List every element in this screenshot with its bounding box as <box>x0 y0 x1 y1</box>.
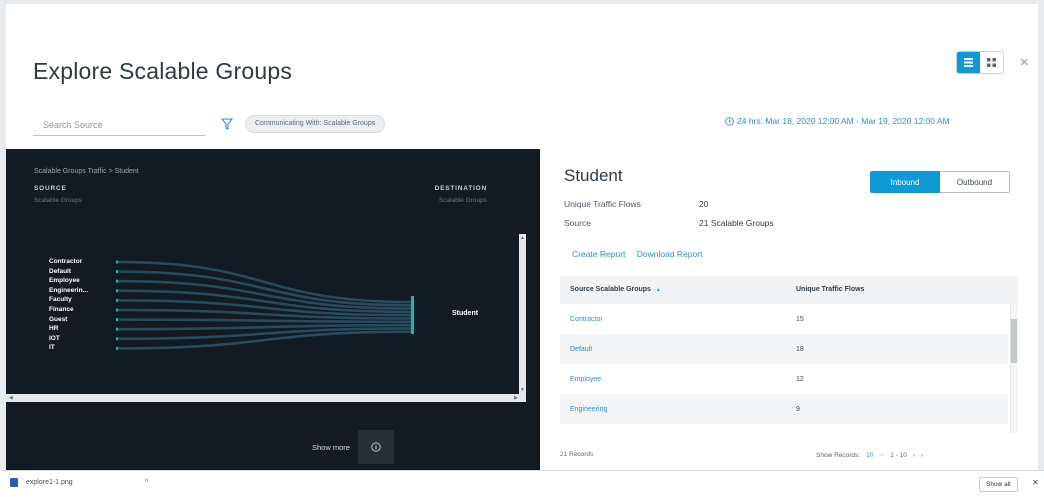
source-node-label[interactable]: IOT <box>49 334 88 344</box>
grid-view-icon <box>987 58 996 67</box>
table-header: Source Scalable Groups ▲ Unique Traffic … <box>560 276 1018 304</box>
previous-page-icon[interactable]: ‹ <box>913 452 915 459</box>
list-view-icon <box>964 58 973 67</box>
unique-flows-row: Unique Traffic Flows 20 <box>564 199 708 209</box>
page-range: 1 - 10 <box>890 451 907 459</box>
direction-toggle: Inbound Outbound <box>870 171 1010 193</box>
table-row: Engineering 9 <box>560 394 1008 424</box>
source-node-label[interactable]: HR <box>49 324 88 334</box>
row-flows-value: 15 <box>796 316 804 323</box>
source-node[interactable] <box>116 279 118 283</box>
scroll-up-icon[interactable]: ▲ <box>520 235 525 241</box>
table-scrollbar-thumb[interactable] <box>1011 319 1017 363</box>
table-row: Employee 12 <box>560 364 1008 394</box>
table-row: Contractor 15 <box>560 304 1008 334</box>
create-report-link[interactable]: Create Report <box>572 249 625 259</box>
unique-flows-label: Unique Traffic Flows <box>564 199 641 209</box>
row-flows-value: 12 <box>796 376 804 383</box>
time-range-label: 24 hrs: Mar 18, 2020 12:00 AM - Mar 19, … <box>737 116 950 126</box>
source-label: Source <box>564 218 591 228</box>
sankey-flow-link[interactable] <box>117 318 412 324</box>
detail-panel: Student Unique Traffic Flows 20 Source 2… <box>540 149 1038 471</box>
list-view-button[interactable] <box>957 52 980 73</box>
table-row: Default 18 <box>560 334 1008 364</box>
source-node-label[interactable]: IT <box>49 343 88 353</box>
scroll-down-icon[interactable]: ▼ <box>520 387 525 393</box>
outbound-button[interactable]: Outbound <box>940 171 1010 193</box>
chevron-down-icon[interactable]: ⌵ <box>879 451 884 459</box>
page: Explore Scalable Groups × Search Source … <box>0 0 1044 497</box>
row-group-link[interactable]: Engineering <box>570 406 607 413</box>
column-header-unique-flows[interactable]: Unique Traffic Flows <box>796 286 864 293</box>
image-file-icon <box>10 478 18 487</box>
pagination: Show Records: 10 ⌵ 1 - 10 ‹ › <box>816 451 923 459</box>
row-flows-value: 18 <box>796 346 804 353</box>
inbound-button[interactable]: Inbound <box>870 171 940 193</box>
detail-title: Student <box>564 166 623 185</box>
source-node-label[interactable]: Employee <box>49 276 88 286</box>
next-page-icon[interactable]: › <box>921 452 923 459</box>
row-group-link[interactable]: Default <box>570 346 592 353</box>
show-records-label: Show Records: <box>816 451 861 459</box>
show-all-button[interactable]: Show all <box>979 477 1018 492</box>
close-download-bar-icon[interactable]: ✕ <box>1032 478 1039 487</box>
source-node-label[interactable]: Default <box>49 267 88 277</box>
source-node[interactable] <box>116 346 118 350</box>
source-node-label[interactable]: Engineerin... <box>49 286 88 296</box>
scroll-left-icon[interactable]: ◀ <box>9 395 13 401</box>
sankey-vertical-scrollbar[interactable]: ▲ ▼ <box>519 234 526 394</box>
time-range[interactable]: 24 hrs: Mar 18, 2020 12:00 AM - Mar 19, … <box>725 116 950 126</box>
records-count: 21 Records <box>560 451 594 458</box>
sankey-panel: Scalable Groups Traffic > Student SOURCE… <box>6 149 540 471</box>
source-node-label[interactable]: Contractor <box>49 257 88 267</box>
source-node[interactable] <box>116 289 118 293</box>
explore-modal: Explore Scalable Groups × Search Source … <box>6 4 1038 471</box>
source-node-label[interactable]: Guest <box>49 315 88 325</box>
row-flows-value: 9 <box>796 406 800 413</box>
view-toggle <box>956 51 1004 74</box>
source-node[interactable] <box>116 337 118 341</box>
chevron-up-icon[interactable]: ^ <box>145 479 148 486</box>
source-node[interactable] <box>116 308 118 312</box>
show-more-label: Show more <box>312 442 350 452</box>
source-node[interactable] <box>116 298 118 302</box>
source-value: 21 Scalable Groups <box>699 218 774 228</box>
row-group-link[interactable]: Contractor <box>570 316 603 323</box>
source-node-label[interactable]: Faculty <box>49 295 88 305</box>
clock-icon <box>725 116 734 126</box>
show-records-select[interactable]: 10 <box>866 452 873 459</box>
destination-node-label[interactable]: Student <box>452 310 478 317</box>
download-report-link[interactable]: Download Report <box>637 249 703 259</box>
column-header-source-groups[interactable]: Source Scalable Groups ▲ <box>570 286 661 293</box>
search-input[interactable]: Search Source <box>33 114 205 136</box>
destination-node[interactable] <box>411 296 414 334</box>
source-row: Source 21 Scalable Groups <box>564 218 774 228</box>
sort-ascending-icon: ▲ <box>655 287 661 293</box>
download-file-name: explore1-1.png <box>26 479 73 486</box>
source-list: Contractor Default Employee Engineerin... Fa… <box>49 257 88 353</box>
close-icon[interactable]: × <box>1020 54 1029 71</box>
source-node[interactable] <box>116 270 118 274</box>
filter-icon[interactable] <box>220 117 234 135</box>
report-links: Create Report Download Report <box>572 249 711 259</box>
download-item[interactable]: explore1-1.png <box>10 478 73 487</box>
grid-view-button[interactable] <box>980 52 1003 73</box>
scroll-right-icon[interactable]: ▶ <box>514 395 518 401</box>
download-bar: explore1-1.png ^ Show all ✕ <box>0 470 1044 497</box>
show-more-button[interactable]: Show more <box>312 430 394 464</box>
source-node[interactable] <box>116 327 118 331</box>
modal-title: Explore Scalable Groups <box>33 58 293 84</box>
source-node[interactable] <box>116 318 118 322</box>
row-group-link[interactable]: Employee <box>570 376 601 383</box>
source-node[interactable] <box>116 260 118 264</box>
sankey-horizontal-scrollbar[interactable]: ◀ ▶ <box>6 394 526 402</box>
unique-flows-value: 20 <box>699 199 709 209</box>
source-node-label[interactable]: Finance <box>49 305 88 315</box>
info-icon[interactable] <box>357 430 394 464</box>
filter-pill[interactable]: Communicating With: Scalable Groups <box>245 115 386 133</box>
